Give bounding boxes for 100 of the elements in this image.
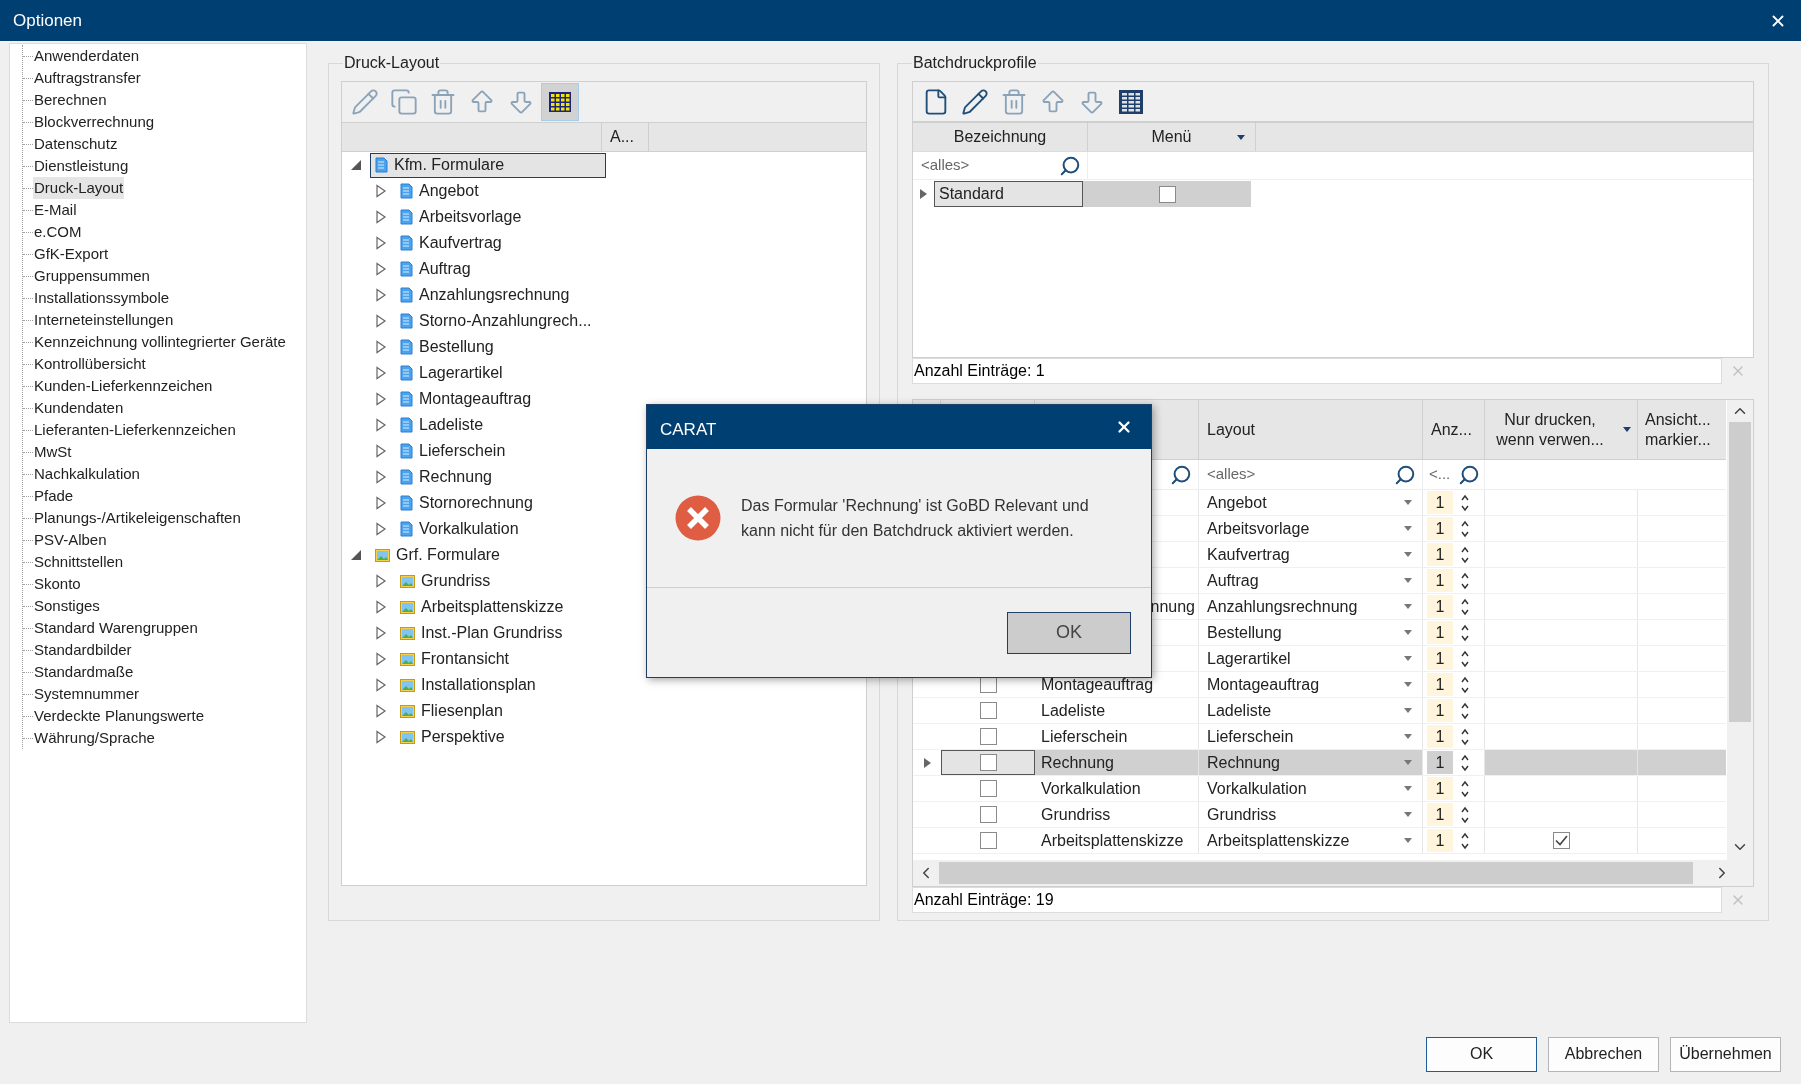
copies-spinner-field[interactable]: 1 bbox=[1427, 595, 1453, 618]
expand-icon[interactable] bbox=[375, 340, 387, 354]
sidebar-item[interactable]: Systemnummer bbox=[33, 682, 141, 706]
tree-item[interactable]: Arbeitsvorlage bbox=[395, 204, 523, 230]
sidebar-item[interactable]: Auftragstransfer bbox=[33, 66, 142, 90]
sidebar-item[interactable]: Kunden-Lieferkennzeichen bbox=[33, 374, 214, 398]
spinner-icon[interactable] bbox=[1460, 492, 1470, 513]
column-header[interactable]: Layout bbox=[1199, 400, 1423, 459]
sidebar-item[interactable]: Kontrollübersicht bbox=[33, 352, 147, 376]
dialog-button[interactable]: OK bbox=[1426, 1036, 1537, 1072]
sidebar-item[interactable]: Pfade bbox=[33, 484, 75, 508]
sidebar-item[interactable]: Blockverrechnung bbox=[33, 110, 156, 134]
tree-item[interactable]: Auftrag bbox=[395, 256, 472, 282]
row-checkbox[interactable] bbox=[979, 806, 997, 823]
expand-icon[interactable] bbox=[375, 210, 387, 224]
layout-dropdown[interactable]: Vorkalkulation bbox=[1199, 776, 1423, 801]
row-checkbox[interactable] bbox=[979, 780, 997, 797]
expand-icon[interactable] bbox=[375, 236, 387, 250]
expand-icon[interactable] bbox=[375, 470, 387, 484]
search-icon[interactable] bbox=[1170, 463, 1192, 486]
spinner-icon[interactable] bbox=[1460, 804, 1470, 825]
row-checkbox[interactable] bbox=[979, 832, 997, 849]
spinner-icon[interactable] bbox=[1460, 570, 1470, 591]
tree-item[interactable]: Ladeliste bbox=[395, 412, 485, 438]
filter-field[interactable]: <alles> bbox=[1199, 460, 1423, 489]
tree-item[interactable]: Storno-Anzahlungrech... bbox=[395, 308, 593, 334]
table-cell[interactable]: Standard bbox=[934, 181, 1083, 207]
print-if-used-cell[interactable] bbox=[1485, 750, 1638, 775]
copies-spinner-field[interactable]: 1 bbox=[1427, 569, 1453, 592]
filter-field[interactable]: <alles> bbox=[913, 152, 1088, 179]
row-checkbox[interactable] bbox=[979, 754, 997, 771]
sidebar-item[interactable]: e.COM bbox=[33, 220, 83, 244]
spinner-icon[interactable] bbox=[1460, 778, 1470, 799]
filter-field[interactable]: <... bbox=[1423, 460, 1485, 489]
sidebar-item[interactable]: E-Mail bbox=[33, 198, 78, 222]
expand-icon[interactable] bbox=[375, 418, 387, 432]
column-header[interactable]: Menü bbox=[1088, 123, 1256, 151]
tree-item[interactable]: Frontansicht bbox=[395, 646, 511, 672]
copies-spinner-field[interactable]: 1 bbox=[1427, 517, 1453, 540]
spinner-icon[interactable] bbox=[1460, 674, 1470, 695]
copies-spinner-field[interactable]: 1 bbox=[1427, 777, 1453, 800]
sidebar-item[interactable]: Standardmaße bbox=[33, 660, 135, 684]
expand-icon[interactable] bbox=[375, 574, 387, 588]
tree-item[interactable]: Montageauftrag bbox=[395, 386, 533, 412]
sidebar-item[interactable]: Berechnen bbox=[33, 88, 108, 112]
layout-dropdown[interactable]: Lieferschein bbox=[1199, 724, 1423, 749]
expand-icon[interactable] bbox=[375, 496, 387, 510]
copies-spinner-field[interactable]: 1 bbox=[1427, 673, 1453, 696]
spinner-icon[interactable] bbox=[1460, 544, 1470, 565]
expand-icon[interactable] bbox=[375, 366, 387, 380]
sidebar-item[interactable]: Verdeckte Planungswerte bbox=[33, 704, 206, 728]
sidebar-item[interactable]: Dienstleistung bbox=[33, 154, 130, 178]
column-header[interactable]: Bezeichnung bbox=[913, 123, 1088, 151]
sidebar-item[interactable]: Gruppensummen bbox=[33, 264, 151, 288]
expand-icon[interactable] bbox=[375, 626, 387, 640]
sidebar-item[interactable]: PSV-Alben bbox=[33, 528, 108, 552]
expand-icon[interactable] bbox=[375, 600, 387, 614]
copies-spinner-field[interactable]: 1 bbox=[1427, 751, 1453, 774]
expand-icon[interactable] bbox=[375, 288, 387, 302]
copies-spinner-field[interactable]: 1 bbox=[1427, 543, 1453, 566]
spinner-icon[interactable] bbox=[1460, 830, 1470, 851]
sidebar-item[interactable]: Skonto bbox=[33, 572, 82, 596]
expand-icon[interactable] bbox=[375, 444, 387, 458]
dialog-button[interactable]: Übernehmen bbox=[1670, 1036, 1781, 1072]
tree-item[interactable]: Stornorechnung bbox=[395, 490, 534, 516]
spinner-icon[interactable] bbox=[1460, 518, 1470, 539]
sidebar-item[interactable]: Sonstiges bbox=[33, 594, 101, 618]
toolbar-button[interactable] bbox=[541, 83, 579, 121]
copies-spinner-field[interactable]: 1 bbox=[1427, 803, 1453, 826]
sidebar-item[interactable]: Planungs-/Artikeleigenschaften bbox=[33, 506, 242, 530]
expand-icon[interactable] bbox=[375, 704, 387, 718]
tree-item[interactable]: Grf. Formulare bbox=[370, 542, 501, 568]
sidebar-item[interactable]: Lieferanten-Lieferkennzeichen bbox=[33, 418, 237, 442]
search-icon[interactable] bbox=[1458, 463, 1480, 486]
layout-dropdown[interactable]: Anzahlungsrechnung bbox=[1199, 594, 1423, 619]
column-header[interactable]: Ansicht... markier... bbox=[1638, 400, 1726, 459]
column-header[interactable]: Anz... bbox=[1423, 400, 1485, 459]
column-header[interactable]: A... bbox=[602, 123, 649, 151]
copies-spinner-field[interactable]: 1 bbox=[1427, 647, 1453, 670]
expand-icon[interactable] bbox=[375, 184, 387, 198]
row-checkbox[interactable] bbox=[979, 728, 997, 745]
sidebar-item[interactable]: Schnittstellen bbox=[33, 550, 125, 574]
expand-icon[interactable] bbox=[375, 262, 387, 276]
dialog-button[interactable]: Abbrechen bbox=[1548, 1036, 1659, 1072]
tree-item[interactable]: Grundriss bbox=[395, 568, 492, 594]
spinner-icon[interactable] bbox=[1460, 726, 1470, 747]
vertical-scrollbar[interactable] bbox=[1727, 400, 1753, 860]
sidebar-item[interactable]: Nachkalkulation bbox=[33, 462, 141, 486]
menu-checkbox[interactable] bbox=[1158, 185, 1176, 203]
expand-icon[interactable] bbox=[375, 522, 387, 536]
column-header[interactable]: Nur drucken, wenn verwen... bbox=[1485, 409, 1605, 450]
tree-item[interactable]: Angebot bbox=[395, 178, 480, 204]
search-icon[interactable] bbox=[1059, 154, 1081, 177]
sidebar-item[interactable]: Standardbilder bbox=[33, 638, 133, 662]
layout-dropdown[interactable]: Rechnung bbox=[1199, 750, 1423, 775]
tree-item[interactable]: Arbeitsplattenskizze bbox=[395, 594, 565, 620]
layout-dropdown[interactable]: Ladeliste bbox=[1199, 698, 1423, 723]
sidebar-item[interactable]: Interneteinstellungen bbox=[33, 308, 175, 332]
sidebar-item[interactable]: Datenschutz bbox=[33, 132, 119, 156]
layout-dropdown[interactable]: Arbeitsplattenskizze bbox=[1199, 828, 1423, 853]
